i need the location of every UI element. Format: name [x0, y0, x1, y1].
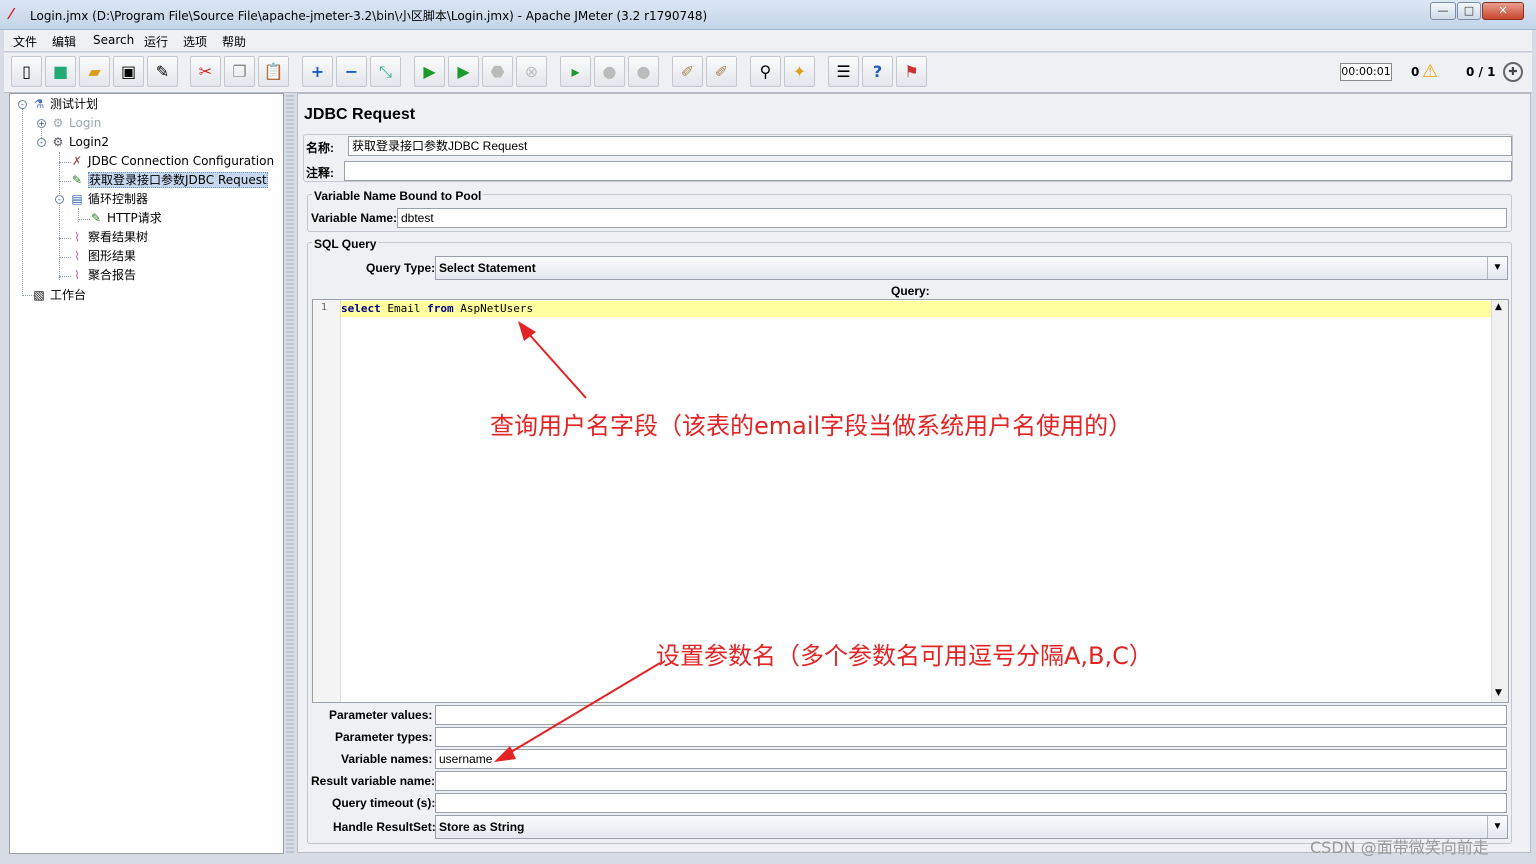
- watermark: CSDN @面带微笑向前走: [1310, 838, 1489, 857]
- annotation-arrow-1: [527, 332, 587, 399]
- arrow-head-2: [494, 746, 516, 762]
- annotation-query: 查询用户名字段（该表的email字段当做系统用户名使用的）: [490, 412, 1133, 440]
- annotation-arrow-2: [505, 662, 661, 756]
- annotation-variable-names: 设置参数名（多个参数名可用逗号分隔A,B,C）: [656, 642, 1153, 670]
